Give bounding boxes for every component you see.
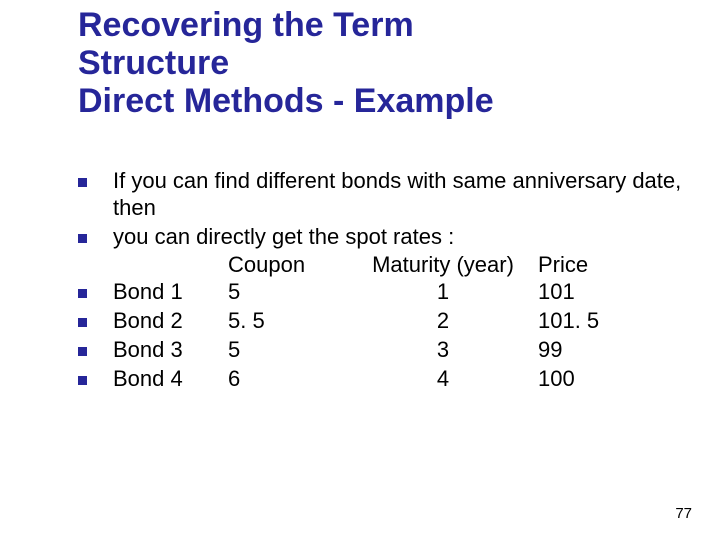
title-line-3: Direct Methods - Example — [78, 82, 494, 120]
slide-title: Recovering the Term Structure Direct Met… — [78, 6, 678, 120]
table-header-row: Coupon Maturity (year) Price — [113, 252, 688, 279]
bullet-item: If you can find different bonds with sam… — [78, 168, 688, 222]
bond-maturity: 4 — [348, 366, 538, 393]
intro-line-1: If you can find different bonds with sam… — [113, 168, 688, 222]
slide: Recovering the Term Structure Direct Met… — [0, 0, 720, 540]
col-header-price: Price — [538, 252, 628, 279]
bullet-icon — [78, 178, 87, 187]
bullet-icon — [78, 289, 87, 298]
table-row: Bond 4 6 4 100 — [78, 366, 688, 393]
bond-price: 100 — [538, 366, 628, 393]
bond-coupon: 5 — [228, 337, 348, 364]
bond-maturity: 1 — [348, 279, 538, 306]
bond-coupon: 6 — [228, 366, 348, 393]
bond-name: Bond 4 — [113, 366, 228, 393]
slide-body: If you can find different bonds with sam… — [78, 168, 688, 395]
bond-price: 101. 5 — [538, 308, 628, 335]
bullet-icon — [78, 318, 87, 327]
bullet-icon — [78, 234, 87, 243]
bond-name: Bond 3 — [113, 337, 228, 364]
bond-price: 101 — [538, 279, 628, 306]
bond-maturity: 2 — [348, 308, 538, 335]
col-header-maturity: Maturity (year) — [348, 252, 538, 279]
bond-maturity: 3 — [348, 337, 538, 364]
bond-name: Bond 2 — [113, 308, 228, 335]
bullet-icon — [78, 376, 87, 385]
title-line-2: Structure — [78, 44, 229, 82]
bond-coupon: 5 — [228, 279, 348, 306]
table-row: Bond 2 5. 5 2 101. 5 — [78, 308, 688, 335]
intro-line-2: you can directly get the spot rates : — [113, 224, 688, 251]
bullet-icon — [78, 347, 87, 356]
page-number: 77 — [675, 505, 692, 522]
table-row: Bond 3 5 3 99 — [78, 337, 688, 364]
bond-name: Bond 1 — [113, 279, 228, 306]
bond-coupon: 5. 5 — [228, 308, 348, 335]
bullet-item: you can directly get the spot rates : — [78, 224, 688, 251]
table-row: Bond 1 5 1 101 — [78, 279, 688, 306]
bond-price: 99 — [538, 337, 628, 364]
title-line-1: Recovering the Term — [78, 6, 414, 44]
col-header-coupon: Coupon — [228, 252, 348, 279]
